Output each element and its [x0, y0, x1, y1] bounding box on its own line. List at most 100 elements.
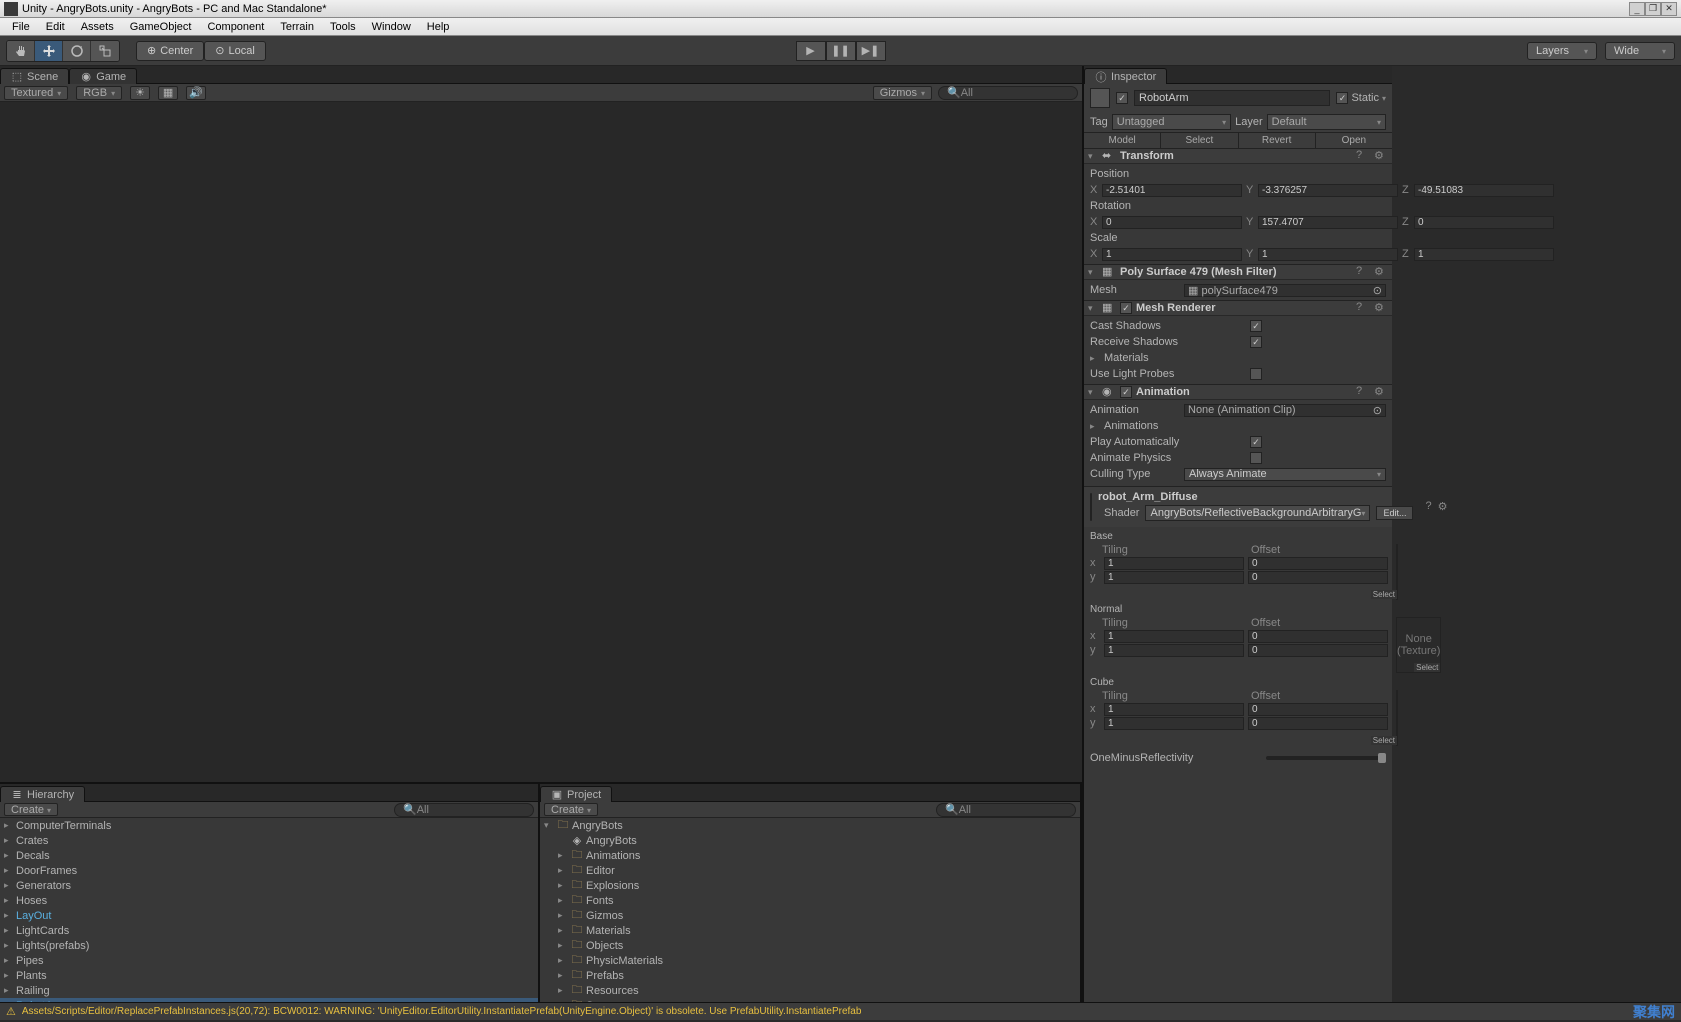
animate-physics-checkbox[interactable]: [1250, 452, 1262, 464]
tab-hierarchy[interactable]: ≣Hierarchy: [0, 786, 85, 802]
tab-inspector[interactable]: ⓘInspector: [1084, 68, 1167, 84]
project-item[interactable]: 🗀Editor: [540, 863, 1080, 878]
expand-arrow-icon[interactable]: [558, 955, 568, 966]
hierarchy-item[interactable]: Lights(prefabs): [0, 938, 538, 953]
scale-z-field[interactable]: [1414, 248, 1554, 261]
expand-arrow-icon[interactable]: [4, 835, 14, 846]
gear-icon[interactable]: ⚙: [1374, 385, 1388, 399]
menu-assets[interactable]: Assets: [73, 21, 122, 33]
help-icon[interactable]: ?: [1425, 500, 1431, 514]
hierarchy-item[interactable]: Hoses: [0, 893, 538, 908]
expand-arrow-icon[interactable]: [558, 1000, 568, 1002]
normal-texture-preview[interactable]: None (Texture)Select: [1396, 617, 1441, 673]
project-item[interactable]: 🗀Prefabs: [540, 968, 1080, 983]
gear-icon[interactable]: ⚙: [1374, 265, 1388, 279]
rotate-tool[interactable]: [63, 41, 91, 61]
project-item[interactable]: 🗀Objects: [540, 938, 1080, 953]
mesh-object-field[interactable]: ▦ polySurface479⊙: [1184, 284, 1386, 297]
collapse-arrow-icon[interactable]: [1088, 303, 1098, 314]
expand-arrow-icon[interactable]: [4, 910, 14, 921]
expand-arrow-icon[interactable]: [544, 820, 554, 831]
collapse-arrow-icon[interactable]: [1088, 387, 1098, 398]
minimize-button[interactable]: _: [1629, 2, 1645, 16]
prefab-open-button[interactable]: Open: [1316, 133, 1392, 148]
project-search[interactable]: 🔍All: [936, 803, 1076, 817]
hierarchy-item[interactable]: Railing: [0, 983, 538, 998]
expand-arrow-icon[interactable]: [4, 1000, 14, 1002]
texture-select-button[interactable]: Select: [1414, 663, 1440, 672]
step-button[interactable]: ▶❚: [856, 41, 886, 61]
hierarchy-item[interactable]: DoorFrames: [0, 863, 538, 878]
prefab-revert-button[interactable]: Revert: [1239, 133, 1316, 148]
rotation-y-field[interactable]: [1258, 216, 1398, 229]
scene-light-toggle[interactable]: ☀: [130, 86, 150, 100]
project-tree[interactable]: 🗀AngryBots◈AngryBots🗀Animations🗀Editor🗀E…: [540, 818, 1080, 1002]
hierarchy-item[interactable]: Generators: [0, 878, 538, 893]
play-auto-checkbox[interactable]: [1250, 436, 1262, 448]
hierarchy-item[interactable]: LightCards: [0, 923, 538, 938]
active-checkbox[interactable]: [1116, 92, 1128, 104]
layers-dropdown[interactable]: Layers: [1527, 42, 1597, 60]
project-item[interactable]: 🗀Materials: [540, 923, 1080, 938]
menu-help[interactable]: Help: [419, 21, 458, 33]
expand-arrow-icon[interactable]: [558, 895, 568, 906]
help-icon[interactable]: ?: [1356, 301, 1370, 315]
material-preview-icon[interactable]: [1090, 493, 1092, 521]
hierarchy-item[interactable]: ComputerTerminals: [0, 818, 538, 833]
texture-select-button[interactable]: Select: [1371, 736, 1397, 745]
scene-search[interactable]: 🔍All: [938, 86, 1078, 100]
expand-arrow-icon[interactable]: [4, 895, 14, 906]
help-icon[interactable]: ?: [1356, 149, 1370, 163]
expand-arrow-icon[interactable]: [558, 925, 568, 936]
gizmos-dropdown[interactable]: Gizmos: [873, 86, 932, 100]
rotation-z-field[interactable]: [1414, 216, 1554, 229]
scene-fx-toggle[interactable]: ▦: [158, 86, 178, 100]
object-name-field[interactable]: RobotArm: [1134, 90, 1330, 106]
pivot-local-toggle[interactable]: ⊙Local: [204, 41, 266, 61]
shader-dropdown[interactable]: AngryBots/ReflectiveBackgroundArbitraryG: [1145, 505, 1370, 521]
hierarchy-item[interactable]: Plants: [0, 968, 538, 983]
culling-dropdown[interactable]: Always Animate: [1184, 468, 1386, 481]
pause-button[interactable]: ❚❚: [826, 41, 856, 61]
static-toggle[interactable]: Static: [1336, 92, 1386, 104]
project-item[interactable]: 🗀Explosions: [540, 878, 1080, 893]
hierarchy-item[interactable]: RobotArm: [0, 998, 538, 1002]
cube-offset-x[interactable]: [1248, 703, 1388, 716]
menu-window[interactable]: Window: [364, 21, 419, 33]
project-item[interactable]: 🗀Scenes: [540, 998, 1080, 1002]
normal-tiling-x[interactable]: [1104, 630, 1244, 643]
prefab-select-button[interactable]: Select: [1161, 133, 1238, 148]
hand-tool[interactable]: [7, 41, 35, 61]
layout-dropdown[interactable]: Wide: [1605, 42, 1675, 60]
scale-tool[interactable]: [91, 41, 119, 61]
project-item[interactable]: 🗀Gizmos: [540, 908, 1080, 923]
menu-edit[interactable]: Edit: [38, 21, 73, 33]
normal-tiling-y[interactable]: [1104, 644, 1244, 657]
position-x-field[interactable]: [1102, 184, 1242, 197]
project-item[interactable]: 🗀Resources: [540, 983, 1080, 998]
statusbar[interactable]: ⚠ Assets/Scripts/Editor/ReplacePrefabIns…: [0, 1002, 1681, 1020]
scale-y-field[interactable]: [1258, 248, 1398, 261]
gear-icon[interactable]: ⚙: [1374, 301, 1388, 315]
expand-arrow-icon[interactable]: [4, 940, 14, 951]
base-tiling-x[interactable]: [1104, 557, 1244, 570]
move-tool[interactable]: [35, 41, 63, 61]
close-button[interactable]: ✕: [1661, 2, 1677, 16]
play-button[interactable]: ▶: [796, 41, 826, 61]
cube-offset-y[interactable]: [1248, 717, 1388, 730]
hierarchy-item[interactable]: Decals: [0, 848, 538, 863]
expand-arrow-icon[interactable]: [558, 850, 568, 861]
normal-offset-y[interactable]: [1248, 644, 1388, 657]
shading-mode-dropdown[interactable]: Textured: [4, 86, 68, 100]
animation-clip-field[interactable]: None (Animation Clip)⊙: [1184, 404, 1386, 417]
base-offset-x[interactable]: [1248, 557, 1388, 570]
reflectivity-slider[interactable]: [1266, 756, 1386, 760]
project-item[interactable]: 🗀PhysicMaterials: [540, 953, 1080, 968]
expand-arrow-icon[interactable]: [558, 910, 568, 921]
position-z-field[interactable]: [1414, 184, 1554, 197]
expand-arrow-icon[interactable]: [4, 880, 14, 891]
tab-game[interactable]: ◉Game: [69, 68, 137, 84]
menu-gameobject[interactable]: GameObject: [122, 21, 200, 33]
expand-arrow-icon[interactable]: [1090, 421, 1100, 432]
expand-arrow-icon[interactable]: [4, 985, 14, 996]
